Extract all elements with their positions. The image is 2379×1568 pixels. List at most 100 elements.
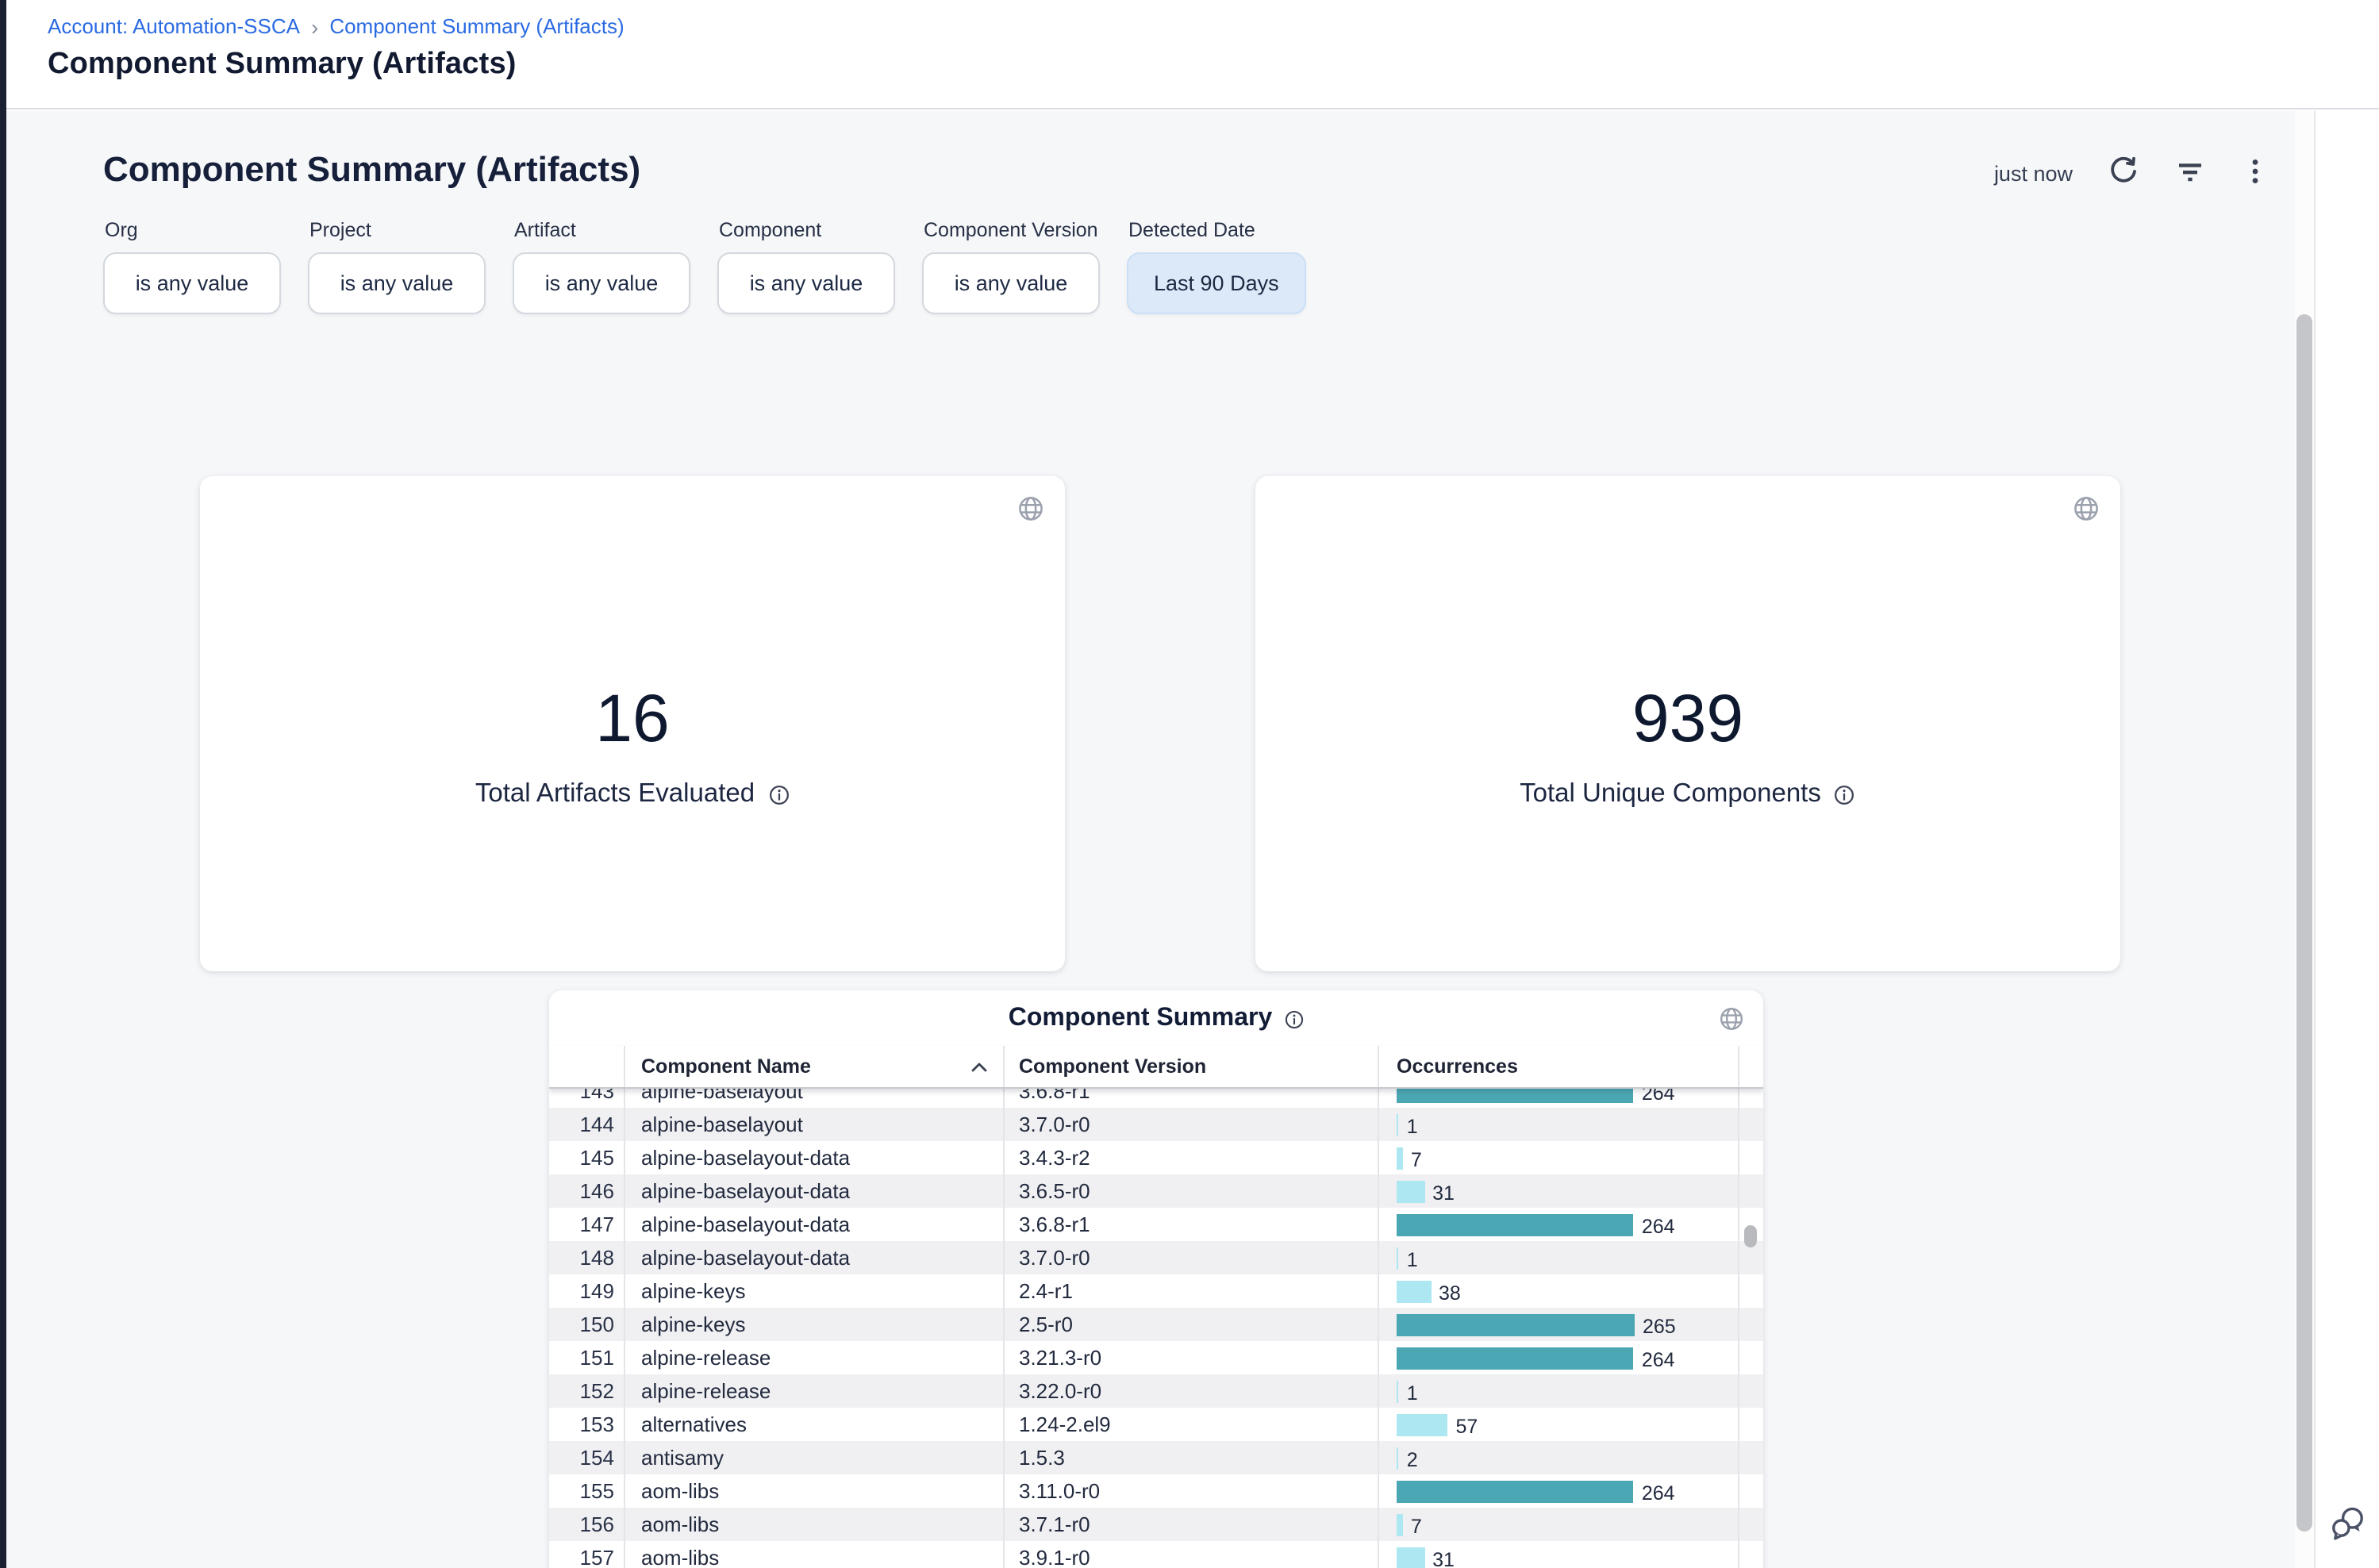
column-header-component-version[interactable]: Component Version bbox=[1003, 1046, 1378, 1087]
filter-label: Artifact bbox=[514, 219, 690, 241]
breadcrumb-account-link[interactable]: Account: Automation-SSCA bbox=[48, 14, 300, 38]
page-scrollbar[interactable] bbox=[2295, 111, 2314, 1568]
component-name-cell: alpine-baselayout-data bbox=[624, 1208, 1003, 1241]
component-version-cell: 2.5-r0 bbox=[1003, 1308, 1378, 1341]
occurrences-cell: 264 bbox=[1378, 1474, 1739, 1508]
component-version-cell: 3.9.1-r0 bbox=[1003, 1541, 1378, 1568]
dashboard-title: Component Summary (Artifacts) bbox=[103, 149, 640, 190]
row-index: 146 bbox=[549, 1174, 624, 1208]
table-row: 143alpine-baselayout3.6.8-r1264 bbox=[549, 1089, 1763, 1108]
page-scrollbar-thumb[interactable] bbox=[2296, 314, 2312, 1531]
metric-card-unique-components: 939 Total Unique Components bbox=[1255, 476, 2120, 971]
occurrence-bar bbox=[1397, 1513, 1403, 1535]
filter-value-button-artifact[interactable]: is any value bbox=[513, 252, 690, 314]
info-icon[interactable] bbox=[767, 783, 790, 805]
table-row: 144alpine-baselayout3.7.0-r01 bbox=[549, 1108, 1763, 1141]
component-version-cell: 3.21.3-r0 bbox=[1003, 1341, 1378, 1374]
column-header-component-name[interactable]: Component Name bbox=[624, 1046, 1003, 1087]
filter-label: Detected Date bbox=[1128, 219, 1306, 241]
occurrences-cell: 57 bbox=[1378, 1408, 1739, 1441]
info-icon[interactable] bbox=[1283, 1009, 1304, 1029]
filter-value-button-component-version[interactable]: is any value bbox=[922, 252, 1100, 314]
occurrence-value: 31 bbox=[1432, 1178, 1455, 1205]
table-body: 143alpine-baselayout3.6.8-r1264144alpine… bbox=[549, 1089, 1763, 1568]
table-row: 153alternatives1.24-2.el957 bbox=[549, 1408, 1763, 1441]
table-row: 157aom-libs3.9.1-r031 bbox=[549, 1541, 1763, 1568]
table-row: 149alpine-keys2.4-r138 bbox=[549, 1274, 1763, 1308]
filter: Component Version is any value bbox=[922, 219, 1100, 314]
table-scrollbar-thumb[interactable] bbox=[1744, 1225, 1757, 1247]
component-name-cell: alpine-keys bbox=[624, 1308, 1003, 1341]
occurrence-bar bbox=[1397, 1089, 1634, 1102]
metric-value: 16 bbox=[200, 476, 1065, 752]
breadcrumb-current-link[interactable]: Component Summary (Artifacts) bbox=[329, 14, 624, 38]
occurrences-cell: 264 bbox=[1378, 1208, 1739, 1241]
table-row: 150alpine-keys2.5-r0265 bbox=[549, 1308, 1763, 1341]
filter-value-button-project[interactable]: is any value bbox=[308, 252, 486, 314]
table-title: Component Summary bbox=[1009, 1005, 1273, 1033]
metric-card-total-artifacts: 16 Total Artifacts Evaluated bbox=[200, 476, 1065, 971]
breadcrumb-separator-icon: › bbox=[311, 15, 318, 37]
occurrence-bar bbox=[1397, 1247, 1399, 1269]
occurrence-value: 57 bbox=[1456, 1411, 1478, 1438]
table-row: 156aom-libs3.7.1-r07 bbox=[549, 1508, 1763, 1541]
dashboard-menu-button[interactable] bbox=[2241, 156, 2269, 192]
occurrence-value: 264 bbox=[1642, 1344, 1675, 1371]
column-header-label: Occurrences bbox=[1397, 1055, 1518, 1078]
refresh-button[interactable] bbox=[2108, 156, 2139, 192]
page-title: Component Summary (Artifacts) bbox=[48, 48, 2379, 83]
occurrence-value: 2 bbox=[1407, 1444, 1418, 1471]
filter: Detected Date Last 90 Days bbox=[1127, 219, 1306, 314]
info-icon[interactable] bbox=[1834, 783, 1856, 805]
column-header-label: Component Version bbox=[1019, 1055, 1206, 1078]
row-index: 154 bbox=[549, 1441, 624, 1474]
filter-value-button-org[interactable]: is any value bbox=[103, 252, 281, 314]
component-name-cell: alpine-release bbox=[624, 1374, 1003, 1408]
component-version-cell: 1.24-2.el9 bbox=[1003, 1408, 1378, 1441]
occurrence-bar bbox=[1397, 1480, 1634, 1502]
component-version-cell: 3.22.0-r0 bbox=[1003, 1374, 1378, 1408]
kebab-menu-icon bbox=[2241, 156, 2269, 192]
occurrence-value: 264 bbox=[1642, 1089, 1675, 1105]
row-index: 144 bbox=[549, 1108, 624, 1141]
occurrence-bar bbox=[1397, 1113, 1399, 1136]
filter-value-button-detected-date[interactable]: Last 90 Days bbox=[1127, 252, 1306, 314]
table-row: 145alpine-baselayout-data3.4.3-r27 bbox=[549, 1141, 1763, 1174]
column-header-occurrences[interactable]: Occurrences bbox=[1378, 1046, 1739, 1087]
row-index: 148 bbox=[549, 1241, 624, 1274]
component-summary-table-card: Component Summary Component Name bbox=[549, 990, 1763, 1568]
table-row: 148alpine-baselayout-data3.7.0-r01 bbox=[549, 1241, 1763, 1274]
row-index: 150 bbox=[549, 1308, 624, 1341]
filter-value-button-component[interactable]: is any value bbox=[717, 252, 895, 314]
occurrences-cell: 265 bbox=[1378, 1308, 1739, 1341]
occurrence-bar bbox=[1397, 1147, 1403, 1169]
component-name-cell: antisamy bbox=[624, 1441, 1003, 1474]
row-index: 153 bbox=[549, 1408, 624, 1441]
occurrences-cell: 31 bbox=[1378, 1174, 1739, 1208]
occurrence-value: 1 bbox=[1407, 1378, 1418, 1405]
occurrence-value: 7 bbox=[1411, 1511, 1422, 1538]
occurrences-cell: 38 bbox=[1378, 1274, 1739, 1308]
occurrence-bar bbox=[1397, 1347, 1634, 1369]
component-version-cell: 3.7.0-r0 bbox=[1003, 1108, 1378, 1141]
component-name-cell: alpine-release bbox=[624, 1341, 1003, 1374]
collapsed-sidebar-edge bbox=[0, 0, 6, 1568]
occurrence-bar bbox=[1397, 1313, 1635, 1335]
screen: Account: Automation-SSCA › Component Sum… bbox=[0, 0, 2379, 1568]
component-name-cell: alpine-baselayout-data bbox=[624, 1241, 1003, 1274]
occurrences-cell: 264 bbox=[1378, 1341, 1739, 1374]
occurrence-bar bbox=[1397, 1180, 1424, 1202]
component-version-cell: 3.7.1-r0 bbox=[1003, 1508, 1378, 1541]
component-name-cell: aom-libs bbox=[624, 1541, 1003, 1568]
component-name-cell: alpine-baselayout-data bbox=[624, 1174, 1003, 1208]
metric-value: 939 bbox=[1255, 476, 2120, 752]
dashboard-filters-button[interactable] bbox=[2174, 156, 2206, 192]
row-index: 145 bbox=[549, 1141, 624, 1174]
occurrences-cell: 31 bbox=[1378, 1541, 1739, 1568]
filter: Artifact is any value bbox=[513, 219, 690, 314]
help-chat-button[interactable] bbox=[2330, 1505, 2368, 1554]
globe-icon bbox=[2073, 495, 2100, 530]
filter-icon bbox=[2174, 156, 2206, 192]
occurrence-bar bbox=[1397, 1380, 1399, 1402]
occurrences-cell: 1 bbox=[1378, 1108, 1739, 1141]
